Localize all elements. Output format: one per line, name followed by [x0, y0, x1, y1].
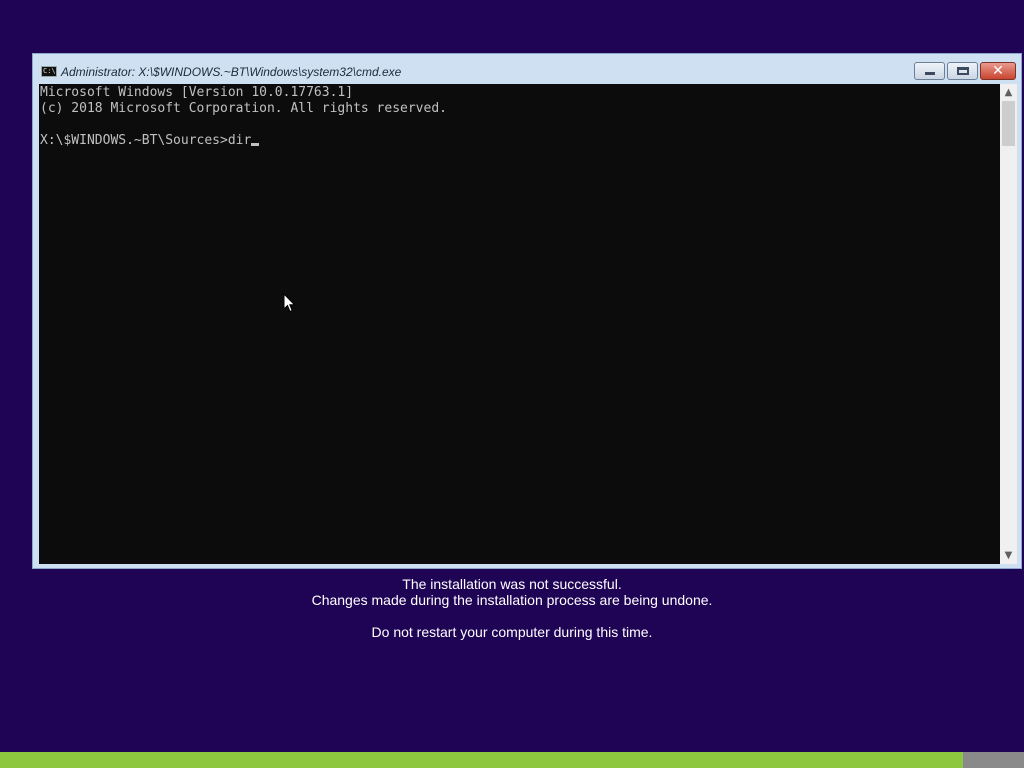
maximize-button[interactable] [947, 62, 978, 80]
scroll-up-arrow-icon[interactable]: ▲ [1000, 84, 1017, 101]
progress-fill [0, 752, 963, 768]
command-prompt: X:\$WINDOWS.~BT\Sources>dir [40, 133, 252, 148]
window-title: Administrator: X:\$WINDOWS.~BT\Windows\s… [61, 65, 402, 79]
close-icon: ✕ [992, 63, 1004, 79]
vertical-scrollbar[interactable]: ▲ ▼ [1000, 84, 1017, 564]
progress-bar [0, 752, 1024, 768]
status-line-failure: The installation was not successful. [402, 576, 622, 592]
setup-background: C:\ Administrator: X:\$WINDOWS.~BT\Windo… [0, 0, 1024, 768]
console-line: Microsoft Windows [Version 10.0.17763.1] [40, 85, 354, 100]
scroll-thumb[interactable] [1002, 101, 1015, 146]
minimize-button[interactable] [914, 62, 945, 80]
console-line: (c) 2018 Microsoft Corporation. All righ… [40, 101, 447, 116]
setup-status-message: The installation was not successful. Cha… [0, 576, 1024, 640]
status-line-warning: Do not restart your computer during this… [371, 624, 653, 640]
scroll-down-arrow-icon[interactable]: ▼ [1000, 547, 1017, 564]
cmd-icon[interactable]: C:\ [41, 66, 57, 77]
title-bar[interactable]: C:\ Administrator: X:\$WINDOWS.~BT\Windo… [33, 54, 1021, 84]
cmd-window[interactable]: C:\ Administrator: X:\$WINDOWS.~BT\Windo… [32, 53, 1022, 569]
console-output[interactable]: Microsoft Windows [Version 10.0.17763.1]… [39, 84, 1000, 564]
status-line-undoing: Changes made during the installation pro… [311, 592, 713, 608]
maximize-icon [957, 67, 969, 75]
mouse-pointer-icon [283, 293, 296, 313]
minimize-icon [925, 72, 935, 75]
close-button[interactable]: ✕ [980, 62, 1016, 80]
text-cursor [251, 143, 260, 146]
